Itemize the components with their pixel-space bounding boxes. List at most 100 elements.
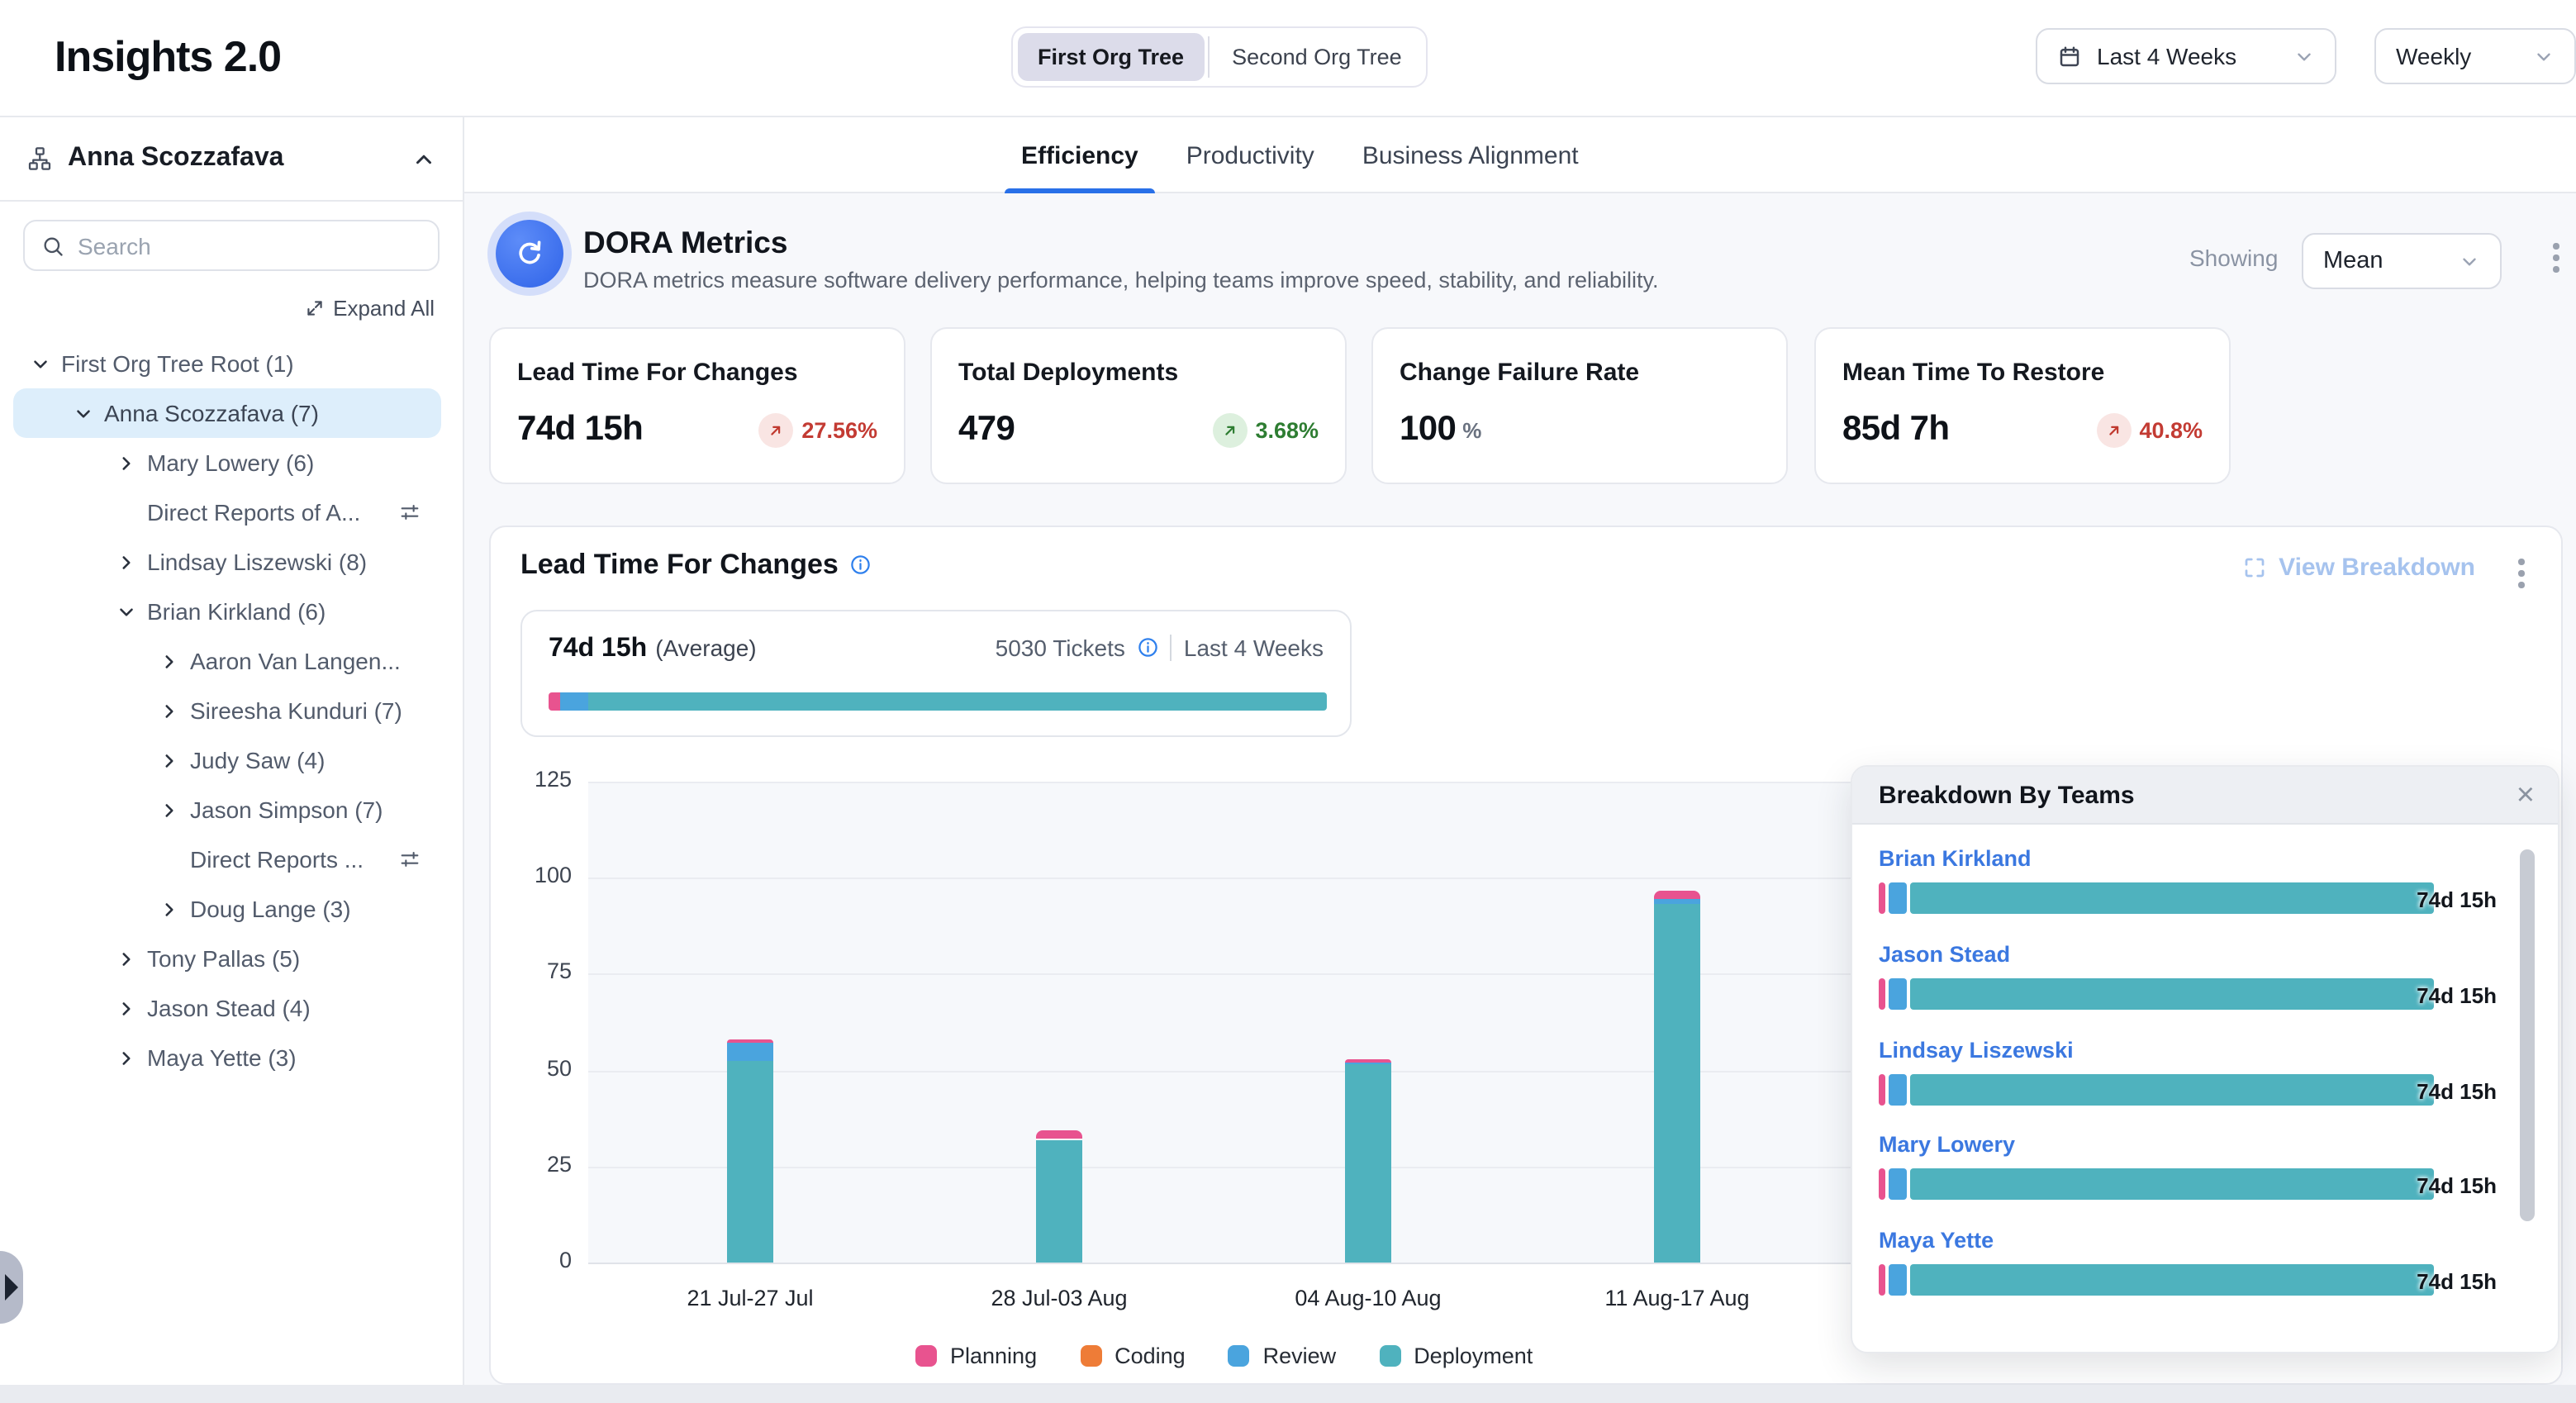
tree-item-jason-stead-4[interactable]: Jason Stead (4) [13, 983, 441, 1033]
tree-item-doug-lange-3[interactable]: Doug Lange (3) [13, 884, 441, 934]
team-link-lindsay-liszewski[interactable]: Lindsay Liszewski [1879, 1037, 2074, 1062]
y-axis-tick-75: 75 [512, 959, 572, 984]
tree-item-judy-saw-4[interactable]: Judy Saw (4) [13, 735, 441, 785]
team-value: 74d 15h [2417, 1078, 2497, 1103]
deployment-segment [1910, 882, 2434, 914]
chevron-right-icon[interactable] [109, 1047, 142, 1068]
chevron-down-icon[interactable] [23, 353, 56, 374]
team-link-brian-kirkland[interactable]: Brian Kirkland [1879, 846, 2032, 871]
chevron-down-icon [2533, 45, 2555, 67]
tree-item-aaron-van-langen[interactable]: Aaron Van Langen... [13, 636, 441, 686]
showing-value: Mean [2323, 248, 2384, 274]
tree-item-brian-kirkland-6[interactable]: Brian Kirkland (6) [13, 587, 441, 636]
y-axis-tick-125: 125 [512, 767, 572, 792]
tab-productivity[interactable]: Productivity [1183, 117, 1318, 193]
tree-item-sireesha-kunduri-7[interactable]: Sireesha Kunduri (7) [13, 686, 441, 735]
lead-time-card: Lead Time For Changes View Breakdown 74d… [489, 526, 2563, 1385]
legend-swatch [1379, 1345, 1400, 1367]
y-axis-tick-0: 0 [512, 1248, 572, 1272]
bar-04Aug-10Aug-planning[interactable] [1345, 1058, 1391, 1062]
bar-21Jul-27Jul-planning[interactable] [727, 1039, 773, 1044]
chevron-right-icon[interactable] [152, 650, 185, 672]
tree-item-tony-pallas-5[interactable]: Tony Pallas (5) [13, 934, 441, 983]
legend-item-deployment[interactable]: Deployment [1379, 1344, 1533, 1368]
sidebar-search[interactable] [23, 220, 440, 271]
metric-label: Total Deployments [958, 359, 1319, 387]
date-range-select[interactable]: Last 4 Weeks [2036, 28, 2336, 84]
bar-28Jul-03Aug-deployment[interactable] [1036, 1139, 1082, 1263]
bar-11Aug-17Aug-deployment[interactable] [1654, 905, 1700, 1263]
filter-sliders-icon[interactable] [398, 848, 421, 871]
y-axis-tick-25: 25 [512, 1152, 572, 1177]
expand-all-label: Expand All [333, 296, 435, 321]
tree-item-jason-simpson-7[interactable]: Jason Simpson (7) [13, 785, 441, 835]
search-icon [41, 234, 64, 257]
panel-scrollbar-thumb[interactable] [2520, 849, 2535, 1221]
chevron-right-icon[interactable] [109, 948, 142, 969]
tree-item-anna-scozzafava-7[interactable]: Anna Scozzafava (7) [13, 388, 441, 438]
tab-efficiency[interactable]: Efficiency [1018, 117, 1142, 193]
review-segment [1889, 1073, 1907, 1105]
chevron-down-icon[interactable] [66, 402, 99, 424]
team-link-jason-stead[interactable]: Jason Stead [1879, 942, 2010, 967]
tab-business-alignment[interactable]: Business Alignment [1359, 117, 1582, 193]
tree-item-direct-reports-of-a[interactable]: Direct Reports of A... [13, 487, 441, 537]
chevron-up-icon [411, 146, 436, 171]
dora-metrics-icon [496, 220, 563, 288]
chevron-right-icon[interactable] [152, 700, 185, 721]
legend-item-review[interactable]: Review [1229, 1344, 1337, 1368]
tab-label: Productivity [1186, 141, 1314, 169]
sidebar-header[interactable]: Anna Scozzafava [0, 117, 463, 202]
chevron-right-icon[interactable] [152, 799, 185, 820]
org-toggle-second[interactable]: Second Org Tree [1212, 33, 1422, 81]
chevron-right-icon[interactable] [152, 898, 185, 920]
team-link-maya-yette[interactable]: Maya Yette [1879, 1228, 1994, 1253]
chevron-right-icon[interactable] [152, 749, 185, 771]
bar-21Jul-27Jul-review[interactable] [727, 1044, 773, 1061]
bar-21Jul-27Jul-deployment[interactable] [727, 1061, 773, 1263]
dora-section-title: DORA Metrics [583, 225, 787, 261]
planning-segment [1879, 978, 1885, 1010]
bar-04Aug-10Aug-review[interactable] [1345, 1062, 1391, 1064]
tree-item-label: Lindsay Liszewski (8) [147, 549, 367, 575]
metric-delta-badge: 40.8% [2096, 412, 2203, 447]
tree-item-label: Doug Lange (3) [190, 896, 351, 922]
filter-sliders-icon[interactable] [398, 501, 421, 524]
team-link-mary-lowery[interactable]: Mary Lowery [1879, 1133, 2015, 1158]
main-tabs: Efficiency Productivity Business Alignme… [464, 117, 2576, 193]
tree-item-mary-lowery-6[interactable]: Mary Lowery (6) [13, 438, 441, 487]
bar-04Aug-10Aug-deployment[interactable] [1345, 1064, 1391, 1263]
review-segment [1889, 882, 1907, 914]
tree-item-label: Jason Simpson (7) [190, 797, 383, 823]
org-toggle-first[interactable]: First Org Tree [1018, 33, 1204, 81]
dora-menu-button[interactable] [2553, 243, 2559, 273]
showing-select[interactable]: Mean [2302, 233, 2502, 289]
review-segment [1889, 978, 1907, 1010]
chevron-right-icon[interactable] [109, 997, 142, 1019]
bar-11Aug-17Aug-planning[interactable] [1654, 892, 1700, 899]
team-value: 74d 15h [2417, 1174, 2497, 1199]
legend-item-planning[interactable]: Planning [915, 1344, 1037, 1368]
tree-item-label: First Org Tree Root (1) [61, 350, 294, 377]
metric-value: 479 [958, 410, 1015, 449]
bar-11Aug-17Aug-review[interactable] [1654, 899, 1700, 905]
chevron-right-icon[interactable] [109, 551, 142, 573]
bar-28Jul-03Aug-planning[interactable] [1036, 1130, 1082, 1139]
close-icon[interactable] [2517, 779, 2535, 811]
dora-section-description: DORA metrics measure software delivery p… [583, 268, 1659, 292]
legend-item-coding[interactable]: Coding [1080, 1344, 1186, 1368]
chevron-down-icon[interactable] [109, 601, 142, 622]
team-value: 74d 15h [2417, 887, 2497, 912]
expand-all-button[interactable]: Expand All [303, 296, 435, 321]
tree-item-maya-yette-3[interactable]: Maya Yette (3) [13, 1033, 441, 1082]
metric-card-total-deployments: Total Deployments 479 3.68% [930, 327, 1347, 484]
team-stacked-bar [1879, 882, 2434, 914]
metric-delta-badge: 3.68% [1212, 412, 1319, 447]
granularity-select[interactable]: Weekly [2374, 28, 2576, 84]
tree-item-first-org-tree-root-1[interactable]: First Org Tree Root (1) [13, 339, 441, 388]
chevron-right-icon[interactable] [109, 452, 142, 473]
tree-item-lindsay-liszewski-8[interactable]: Lindsay Liszewski (8) [13, 537, 441, 587]
search-input[interactable] [78, 232, 421, 259]
tree-item-direct-reports[interactable]: Direct Reports ... [13, 835, 441, 884]
calendar-icon [2057, 44, 2082, 69]
